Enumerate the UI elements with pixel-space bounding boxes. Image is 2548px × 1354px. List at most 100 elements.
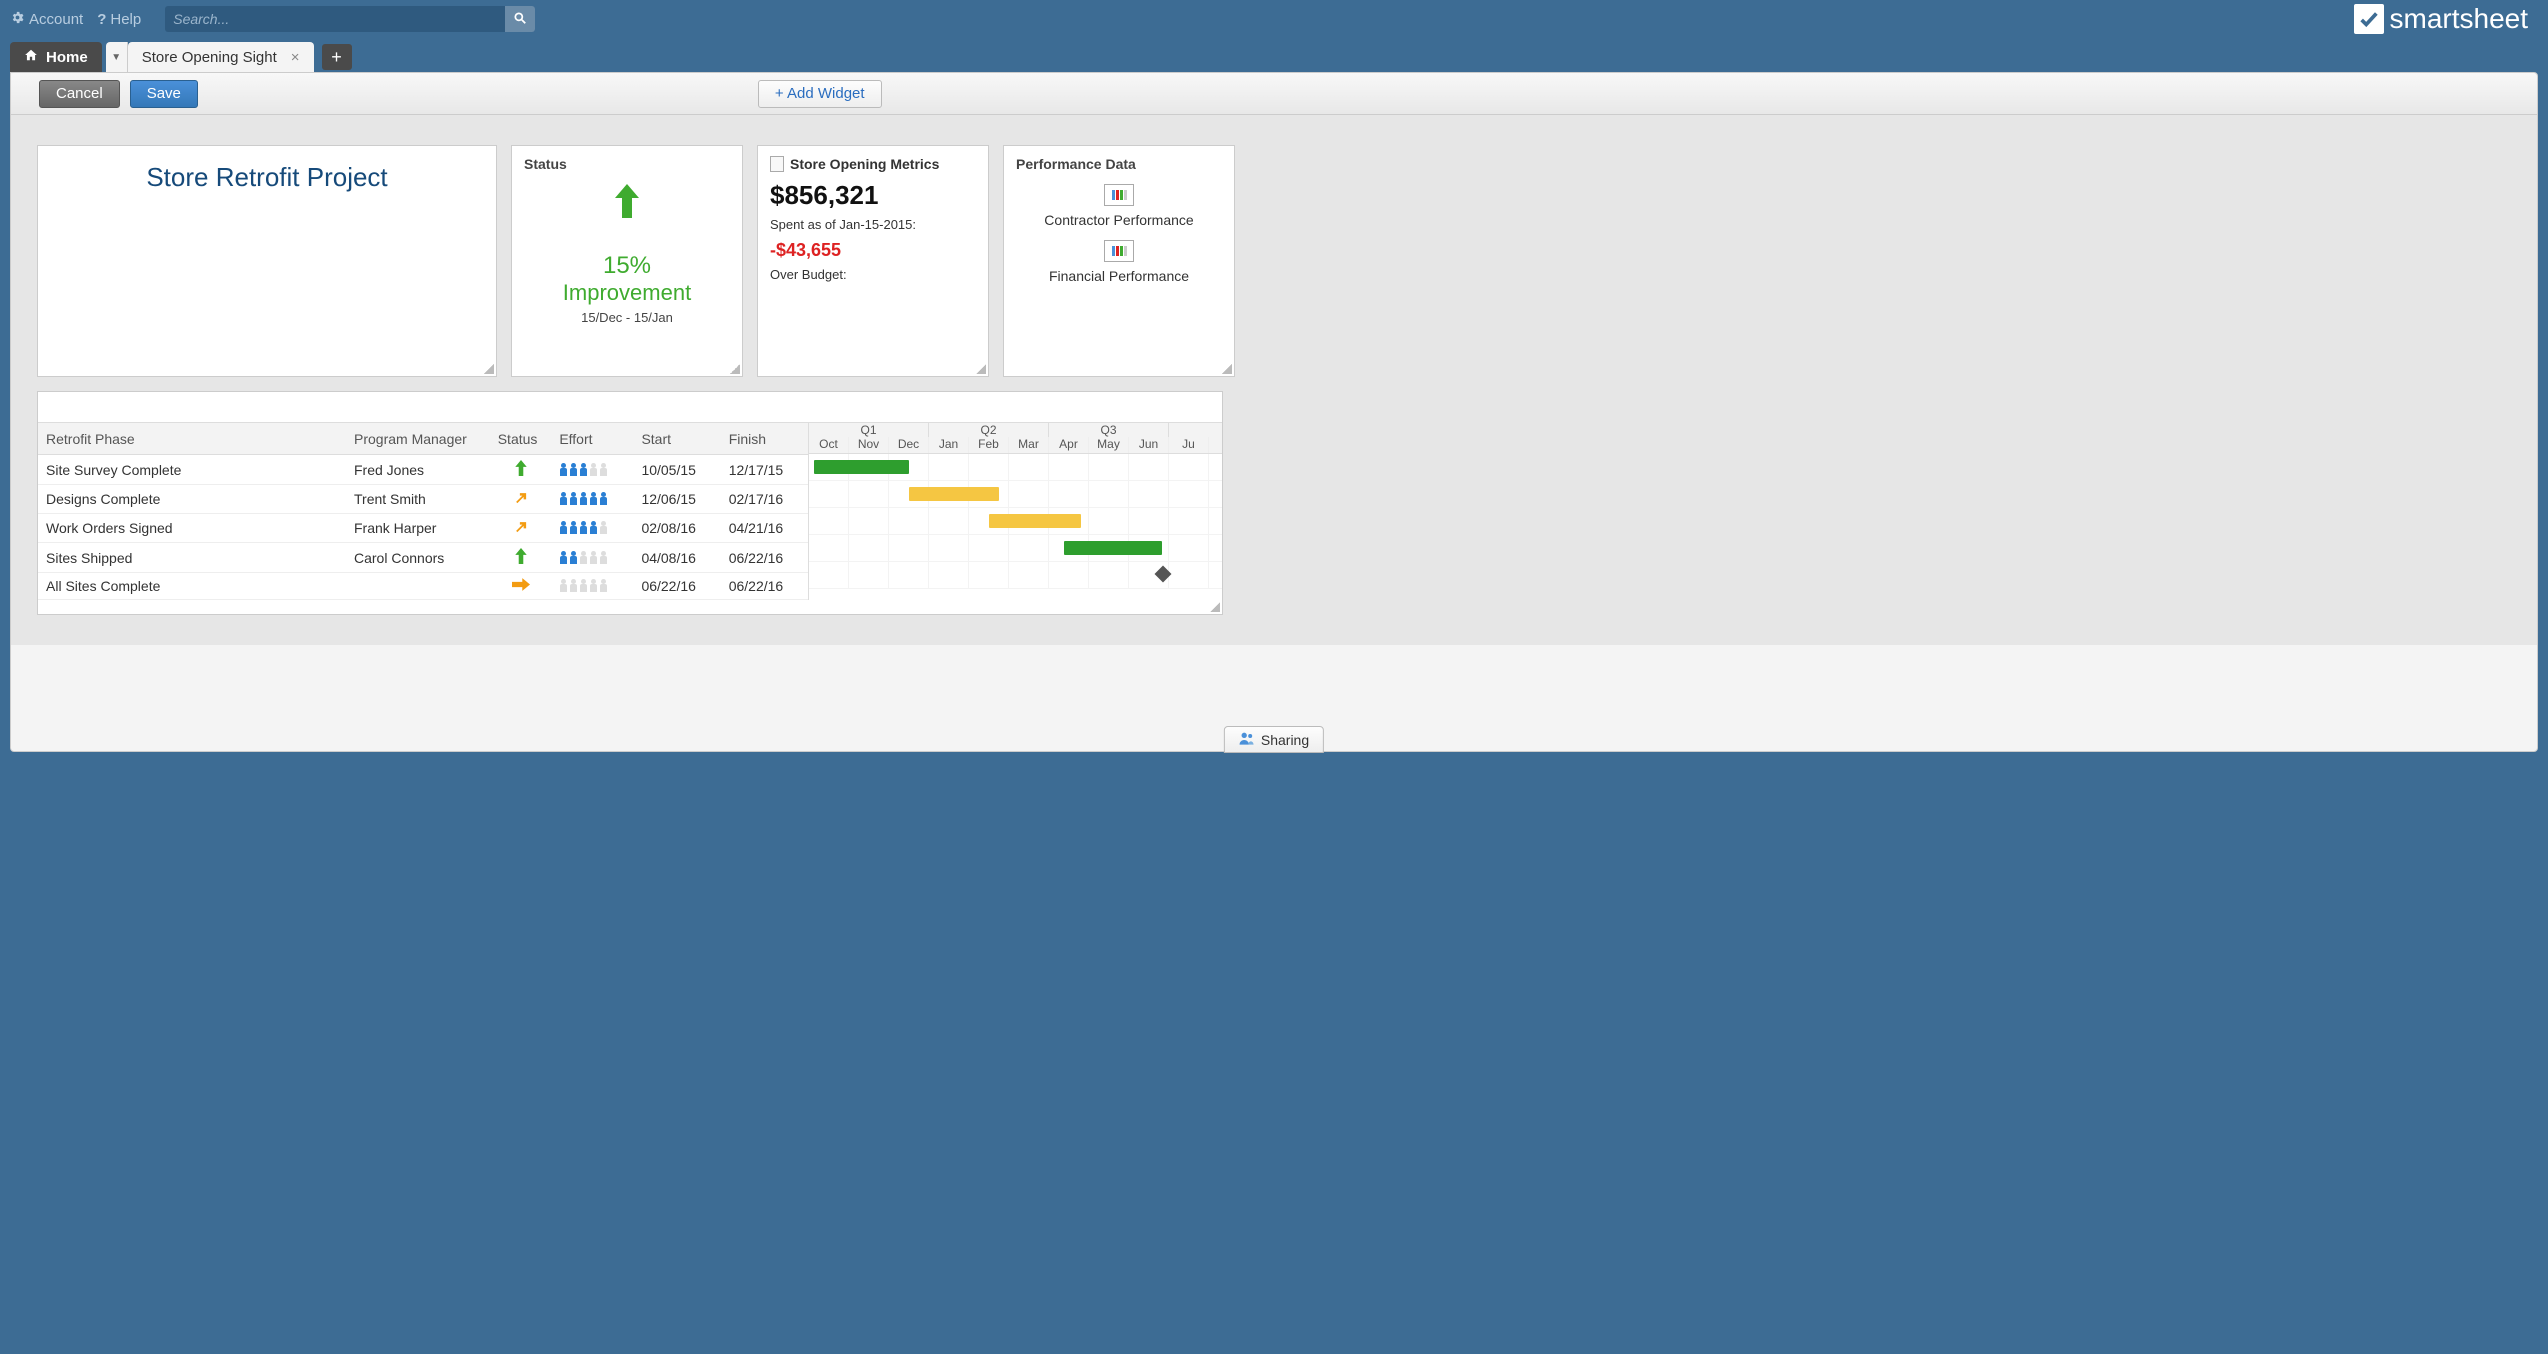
- person-icon: [559, 492, 568, 506]
- col-start[interactable]: Start: [633, 423, 720, 455]
- people-icon: [1239, 731, 1255, 748]
- topbar-left: Account ? Help: [10, 6, 535, 32]
- sheet-icon: [1104, 184, 1134, 206]
- search-icon: [513, 11, 527, 28]
- tab-add-button[interactable]: +: [322, 44, 352, 70]
- sharing-label: Sharing: [1261, 732, 1309, 748]
- month-label: May: [1089, 437, 1129, 453]
- cell-pm: Fred Jones: [346, 455, 490, 485]
- month-label: Mar: [1009, 437, 1049, 453]
- quarter-label: Q1: [809, 423, 929, 437]
- widget-gantt[interactable]: Retrofit Phase Program Manager Status Ef…: [37, 391, 1223, 615]
- widget-status[interactable]: Status 15% Improvement 15/Dec - 15/Jan: [511, 145, 743, 377]
- table-row[interactable]: Designs CompleteTrent Smith12/06/1502/17…: [38, 485, 808, 514]
- cell-finish: 06/22/16: [721, 543, 808, 573]
- person-icon: [579, 463, 588, 477]
- cell-pm: Carol Connors: [346, 543, 490, 573]
- person-icon: [599, 551, 608, 565]
- table-row[interactable]: Site Survey CompleteFred Jones10/05/1512…: [38, 455, 808, 485]
- status-ne-icon: [513, 521, 528, 537]
- cell-phase: Site Survey Complete: [38, 455, 346, 485]
- month-label: Oct: [809, 437, 849, 453]
- sharing-button[interactable]: Sharing: [1224, 726, 1324, 753]
- cell-phase: Designs Complete: [38, 485, 346, 514]
- save-button[interactable]: Save: [130, 80, 198, 108]
- metrics-amount: $856,321: [770, 180, 976, 211]
- status-rt-icon: [512, 578, 530, 594]
- timeline-row: [809, 481, 1222, 508]
- person-icon: [599, 463, 608, 477]
- chevron-down-icon: ▼: [111, 52, 121, 63]
- timeline-row: [809, 454, 1222, 481]
- cell-status: [490, 543, 552, 573]
- widget-metrics[interactable]: Store Opening Metrics $856,321 Spent as …: [757, 145, 989, 377]
- gear-icon: [10, 10, 25, 29]
- gantt-bar[interactable]: [909, 487, 999, 501]
- topbar: Account ? Help smartsheet: [0, 0, 2548, 38]
- cell-finish: 04/21/16: [721, 514, 808, 543]
- person-icon: [569, 521, 578, 535]
- perf-header: Performance Data: [1016, 156, 1222, 172]
- col-status[interactable]: Status: [490, 423, 552, 455]
- tab-dropdown[interactable]: ▼: [106, 42, 128, 72]
- gantt-wrap: Retrofit Phase Program Manager Status Ef…: [38, 422, 1222, 600]
- sheet-icon: [1104, 240, 1134, 262]
- cell-effort: [551, 485, 633, 514]
- perf-item-financial[interactable]: Financial Performance: [1016, 240, 1222, 284]
- logo-text: smartsheet: [2390, 3, 2529, 35]
- month-label: Dec: [889, 437, 929, 453]
- month-label: Jan: [929, 437, 969, 453]
- cell-phase: All Sites Complete: [38, 573, 346, 600]
- tabstrip: Home ▼ Store Opening Sight × +: [0, 38, 2548, 72]
- person-icon: [579, 551, 588, 565]
- metrics-delta: -$43,655: [770, 240, 976, 261]
- sheet-icon: [770, 156, 784, 172]
- month-label: Feb: [969, 437, 1009, 453]
- table-row[interactable]: All Sites Complete06/22/1606/22/16: [38, 573, 808, 600]
- table-row[interactable]: Work Orders SignedFrank Harper02/08/1604…: [38, 514, 808, 543]
- tab-store-opening[interactable]: Store Opening Sight ×: [128, 42, 314, 72]
- widget-performance[interactable]: Performance Data Contractor Performance …: [1003, 145, 1235, 377]
- cell-effort: [551, 514, 633, 543]
- quarter-label: Q3: [1049, 423, 1169, 437]
- tab-close-button[interactable]: ×: [291, 49, 300, 66]
- person-icon: [559, 551, 568, 565]
- cell-effort: [551, 543, 633, 573]
- help-label: Help: [110, 11, 141, 28]
- gantt-bar[interactable]: [989, 514, 1081, 528]
- gantt-bar[interactable]: [814, 460, 909, 474]
- table-row[interactable]: Sites ShippedCarol Connors04/08/1606/22/…: [38, 543, 808, 573]
- quarter-label: Q2: [929, 423, 1049, 437]
- col-effort[interactable]: Effort: [551, 423, 633, 455]
- timeline-row: [809, 562, 1222, 589]
- add-widget-button[interactable]: + Add Widget: [758, 80, 882, 108]
- gantt-bar[interactable]: [1064, 541, 1162, 555]
- perf-item2-label: Financial Performance: [1016, 268, 1222, 284]
- account-menu[interactable]: Account: [10, 10, 83, 29]
- cell-status: [490, 573, 552, 600]
- logo: smartsheet: [2354, 3, 2539, 35]
- search-wrap: [165, 6, 535, 32]
- search-button[interactable]: [505, 6, 535, 32]
- timeline-row: [809, 508, 1222, 535]
- status-range: 15/Dec - 15/Jan: [524, 310, 730, 325]
- tab-home[interactable]: Home: [10, 42, 102, 72]
- toolbar: Cancel Save + Add Widget: [11, 73, 2537, 115]
- cell-finish: 02/17/16: [721, 485, 808, 514]
- widget-title[interactable]: Store Retrofit Project: [37, 145, 497, 377]
- gantt-header-row: Retrofit Phase Program Manager Status Ef…: [38, 423, 808, 455]
- perf-item-contractor[interactable]: Contractor Performance: [1016, 184, 1222, 228]
- person-icon: [559, 521, 568, 535]
- plus-icon: +: [331, 47, 342, 68]
- col-finish[interactable]: Finish: [721, 423, 808, 455]
- month-label: Ju: [1169, 437, 1209, 453]
- col-pm[interactable]: Program Manager: [346, 423, 490, 455]
- project-title: Store Retrofit Project: [146, 162, 387, 366]
- search-input[interactable]: [165, 11, 505, 27]
- col-phase[interactable]: Retrofit Phase: [38, 423, 346, 455]
- cell-pm: Frank Harper: [346, 514, 490, 543]
- cell-effort: [551, 573, 633, 600]
- help-menu[interactable]: ? Help: [97, 11, 141, 28]
- cancel-button[interactable]: Cancel: [39, 80, 120, 108]
- perf-item1-label: Contractor Performance: [1016, 212, 1222, 228]
